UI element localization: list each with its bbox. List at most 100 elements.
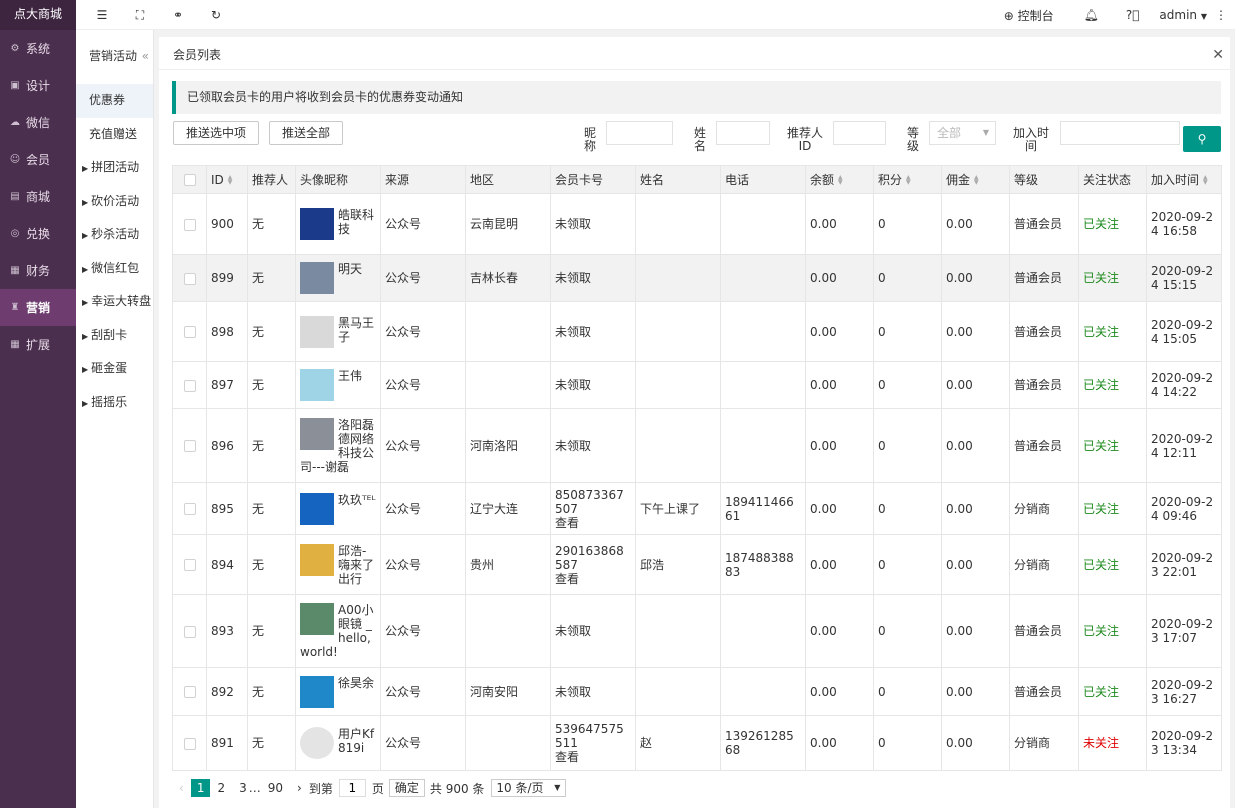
avatar: [300, 369, 334, 401]
sidebar-item-3[interactable]: ☺ 会员: [0, 141, 76, 178]
table-row[interactable]: 899 无明天 公众号 吉林长春 未领取 0.00 0 0.00 普通会员 已关注 2020-09-…: [172, 254, 1222, 302]
user-menu[interactable]: admin ▼: [1159, 8, 1207, 22]
cell-follow-status: 已关注: [1078, 193, 1147, 255]
col-commission[interactable]: 佣金 ▲ ▼: [941, 165, 1010, 194]
view-card-link[interactable]: 查看: [555, 572, 579, 586]
nickname-input[interactable]: [606, 121, 673, 145]
page-size-select[interactable]: 10 条/页 ▼: [491, 779, 567, 797]
cell-card: 未领取: [550, 254, 636, 302]
cell-balance: 0.00: [805, 482, 874, 535]
level-select[interactable]: 全部 ▼: [929, 121, 996, 145]
table-row[interactable]: 894 无邱浩-嗨来了出行 公众号 贵州 290163868587 查看 邱浩 1874883…: [172, 534, 1222, 595]
join-time-input[interactable]: [1060, 121, 1180, 145]
realname-input[interactable]: [716, 121, 770, 145]
col-balance[interactable]: 余额 ▲ ▼: [805, 165, 874, 194]
avatar: [300, 262, 334, 294]
row-checkbox[interactable]: [183, 440, 196, 452]
table-row[interactable]: 893 无 A00小眼镜 _hello,world! 公众号 未领取 0.00 0 0.00 普…: [172, 594, 1222, 668]
cell-phone: 18941146661: [720, 482, 806, 535]
link-icon[interactable]: ⚭: [169, 6, 187, 24]
bell-icon[interactable]: 🔔︎: [1084, 8, 1099, 22]
menu-toggle-icon[interactable]: ☰: [93, 6, 111, 24]
member-nickname: 皓联科技: [338, 208, 375, 236]
table-row[interactable]: 891 无用户Kf819i 公众号 539647575511 查看赵 1392612856…: [172, 715, 1222, 771]
sub-nav-item-5[interactable]: ▶ 微信红包: [76, 252, 153, 286]
cell-nick: 黑马王子: [295, 301, 381, 362]
table-row[interactable]: 898 无黑马王子 公众号 未领取 0.00 0 0.00 普通会员 已关注 2020-09-24…: [172, 301, 1222, 362]
cell-follow-status: 已关注: [1078, 361, 1147, 409]
sub-nav-item-8[interactable]: ▶ 砸金蛋: [76, 352, 153, 386]
table-row[interactable]: 897 无王伟 公众号 未领取 0.00 0 0.00 普通会员 已关注 2020-09-24 1…: [172, 361, 1222, 409]
row-checkbox[interactable]: [183, 379, 196, 392]
cell-card: 850873367507 查看: [550, 482, 636, 535]
refresh-icon[interactable]: ↻: [207, 6, 225, 24]
sub-nav-item-7[interactable]: ▶ 刮刮卡: [76, 319, 153, 353]
avatar: [300, 675, 334, 708]
push-all-button[interactable]: 推送全部: [269, 121, 343, 145]
sub-nav-item-0[interactable]: 优惠券: [76, 84, 153, 118]
col-level: 等级: [1009, 165, 1079, 194]
cell-referrer: 无: [247, 715, 296, 771]
search-button[interactable]: ⚲: [1183, 126, 1221, 152]
sidebar-item-7[interactable]: ♜ 营销: [0, 289, 76, 326]
row-checkbox[interactable]: [183, 559, 196, 571]
cell-nick: 用户Kf819i: [295, 715, 381, 771]
row-select-cell: [172, 301, 207, 362]
next-page-button[interactable]: ›: [290, 781, 309, 795]
sidebar-item-6[interactable]: ▦ 财务: [0, 252, 76, 289]
page-last[interactable]: 90: [261, 781, 290, 795]
sub-nav-item-9[interactable]: ▶ 摇摇乐: [76, 386, 153, 420]
row-checkbox[interactable]: [183, 272, 196, 285]
cell-follow-status: 未关注: [1078, 715, 1147, 771]
sub-nav-item-6[interactable]: ▶ 幸运大转盘: [76, 285, 153, 319]
row-checkbox[interactable]: [183, 503, 196, 515]
referrer-input[interactable]: [833, 121, 886, 145]
table-row[interactable]: 900 无皓联科技 公众号 云南昆明 未领取 0.00 0 0.00 普通会员 已关注 2020-0…: [172, 193, 1222, 255]
view-card-link[interactable]: 查看: [555, 516, 579, 530]
sub-nav-item-1[interactable]: 充值赠送: [76, 118, 153, 152]
help-icon[interactable]: ?⃝: [1126, 8, 1140, 22]
close-icon[interactable]: ✕: [1212, 37, 1224, 73]
cell-commission: 0.00: [941, 301, 1010, 362]
sidebar-item-2[interactable]: ☁ 微信: [0, 104, 76, 141]
goto-confirm-button[interactable]: 确定: [388, 779, 425, 797]
cell-balance: 0.00: [805, 408, 874, 483]
table-row[interactable]: 892 无徐昊余 公众号 河南安阳 未领取 0.00 0 0.00 普通会员 已关注 2020-09…: [172, 667, 1222, 716]
page-1[interactable]: 1: [190, 779, 211, 797]
sidebar-item-5[interactable]: ◎ 兑换: [0, 215, 76, 252]
cell-nick: 邱浩-嗨来了出行: [295, 534, 381, 595]
prev-page-button[interactable]: ‹: [172, 781, 191, 795]
sub-nav-title: 营销活动 «: [76, 30, 153, 84]
page-2[interactable]: 2: [210, 781, 232, 795]
sub-nav-item-2[interactable]: ▶ 拼团活动: [76, 151, 153, 185]
fullscreen-icon[interactable]: ⛶: [131, 6, 149, 24]
sub-nav-item-4[interactable]: ▶ 秒杀活动: [76, 218, 153, 252]
console-link[interactable]: ⊕ 控制台: [1004, 7, 1054, 24]
sidebar-item-0[interactable]: ⚙ 系统: [0, 30, 76, 67]
sidebar-item-1[interactable]: ▣ 设计: [0, 67, 76, 104]
row-checkbox[interactable]: [183, 737, 196, 750]
col-id[interactable]: ID ▲ ▼: [206, 165, 248, 194]
collapse-icon[interactable]: «: [142, 30, 149, 82]
select-all-checkbox[interactable]: [183, 174, 196, 186]
view-card-link[interactable]: 查看: [555, 750, 579, 764]
cell-commission: 0.00: [941, 193, 1010, 255]
row-checkbox[interactable]: [183, 218, 196, 231]
col-joined[interactable]: 加入时间 ▲ ▼: [1146, 165, 1222, 194]
sidebar-item-4[interactable]: ▤ 商城: [0, 178, 76, 215]
join-time-label: 加入时间: [1012, 126, 1049, 153]
push-selected-button[interactable]: 推送选中项: [173, 121, 259, 145]
table-row[interactable]: 895 无玖玖ᵀᴱᴸ 公众号 辽宁大连 850873367507 查看 下午上课了 18941…: [172, 482, 1222, 535]
goto-page-input[interactable]: [338, 779, 366, 797]
sidebar-item-8[interactable]: ▦ 扩展: [0, 326, 76, 363]
more-icon[interactable]: ⋮: [1215, 8, 1227, 22]
sub-nav-item-3[interactable]: ▶ 砍价活动: [76, 185, 153, 219]
page-3[interactable]: 3: [232, 781, 249, 795]
table-row[interactable]: 896 无洛阳磊德网络科技公司---谢磊 公众号 河南洛阳 未领取 0.00 0 0.00 普通…: [172, 408, 1222, 483]
row-checkbox[interactable]: [183, 625, 196, 638]
cell-joined: 2020-09-23 16:27: [1146, 667, 1222, 716]
cell-nick: 明天: [295, 254, 381, 302]
row-checkbox[interactable]: [183, 326, 196, 338]
col-points[interactable]: 积分 ▲ ▼: [873, 165, 942, 194]
row-checkbox[interactable]: [183, 686, 196, 698]
